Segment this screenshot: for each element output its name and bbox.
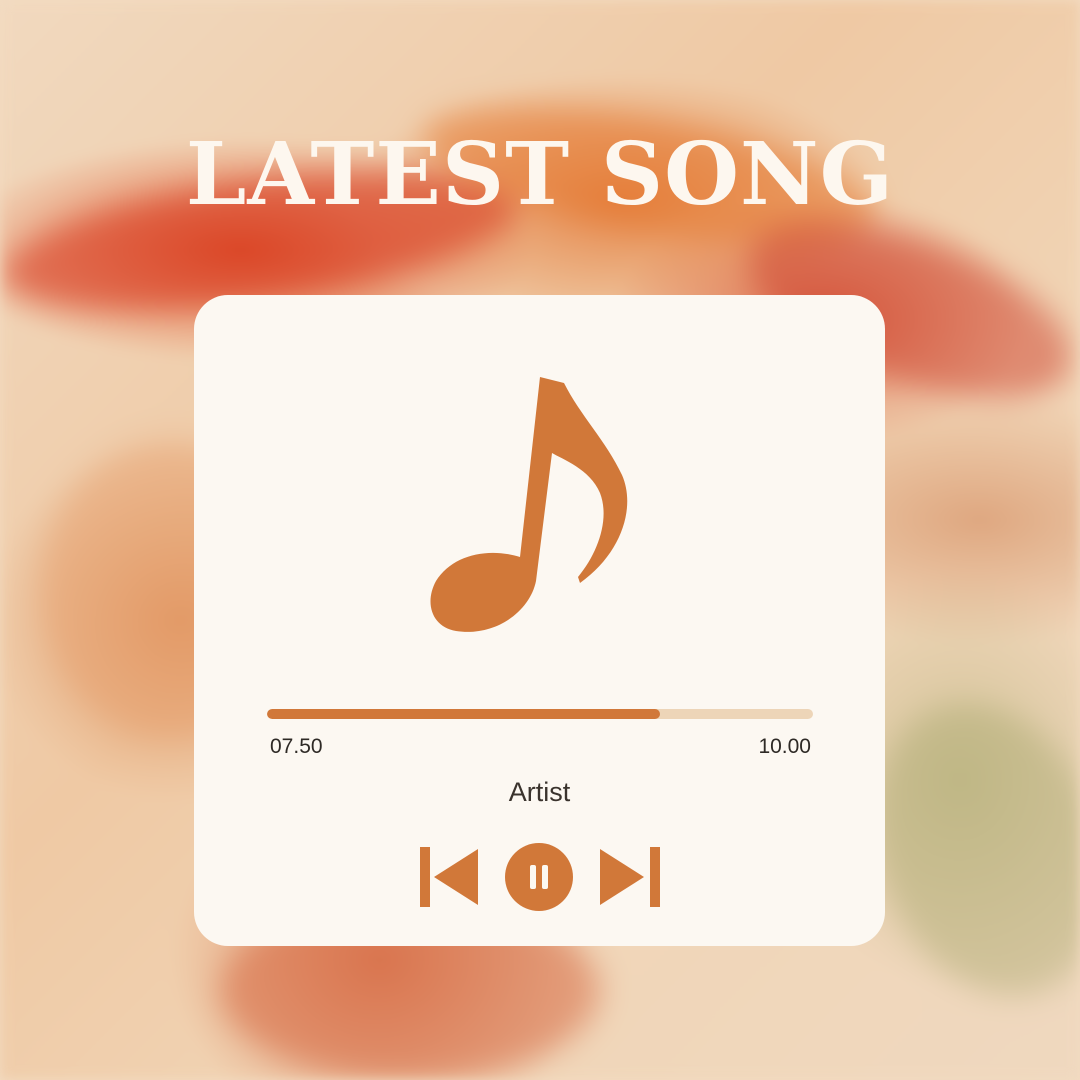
skip-previous-icon[interactable] (420, 847, 482, 907)
artist-name: Artist (508, 777, 571, 807)
music-note-icon (430, 377, 630, 641)
progress-fill (267, 709, 661, 719)
music-player-card: 07.50 10.00 Artist (194, 295, 885, 946)
playback-controls (194, 843, 885, 911)
pause-button[interactable] (505, 843, 573, 911)
pause-icon (505, 843, 573, 911)
current-time: 07.50 (270, 735, 323, 758)
total-time: 10.00 (758, 735, 811, 758)
skip-next-icon[interactable] (598, 847, 660, 907)
progress-bar[interactable] (267, 709, 813, 719)
page-title: LATEST SONG (185, 124, 895, 225)
